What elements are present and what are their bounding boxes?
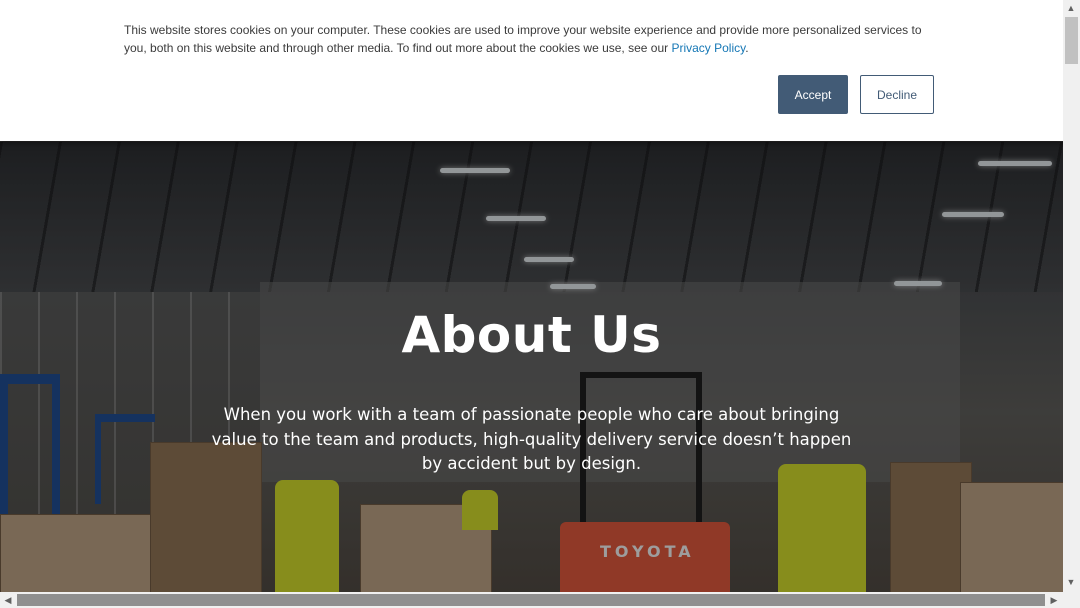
vertical-scrollbar-thumb[interactable]	[1065, 17, 1078, 64]
cookie-message-period: .	[745, 41, 749, 55]
scroll-left-arrow-icon[interactable]: ◀	[0, 592, 16, 608]
hero-description: When you work with a team of passionate …	[211, 405, 852, 473]
cookie-banner: This website stores cookies on your comp…	[0, 0, 1063, 141]
horizontal-scrollbar-thumb[interactable]	[17, 594, 1045, 606]
hero-overlay	[0, 142, 1063, 592]
vertical-scrollbar[interactable]: ▲ ▼	[1063, 0, 1080, 592]
cookie-message: This website stores cookies on your comp…	[124, 21, 934, 57]
accept-cookies-button[interactable]: Accept	[778, 75, 848, 114]
hero-section: TOYOTA About Us When you work with a tea…	[0, 142, 1063, 592]
scroll-up-arrow-icon[interactable]: ▲	[1063, 0, 1079, 16]
scroll-right-arrow-icon[interactable]: ▶	[1046, 592, 1062, 608]
scroll-down-arrow-icon[interactable]: ▼	[1063, 574, 1079, 590]
horizontal-scrollbar[interactable]: ◀ ▶	[0, 592, 1080, 608]
privacy-policy-link[interactable]: Privacy Policy	[671, 41, 745, 55]
cookie-message-text: This website stores cookies on your comp…	[124, 23, 922, 55]
page-title: About Us	[401, 306, 662, 364]
decline-cookies-button[interactable]: Decline	[860, 75, 934, 114]
